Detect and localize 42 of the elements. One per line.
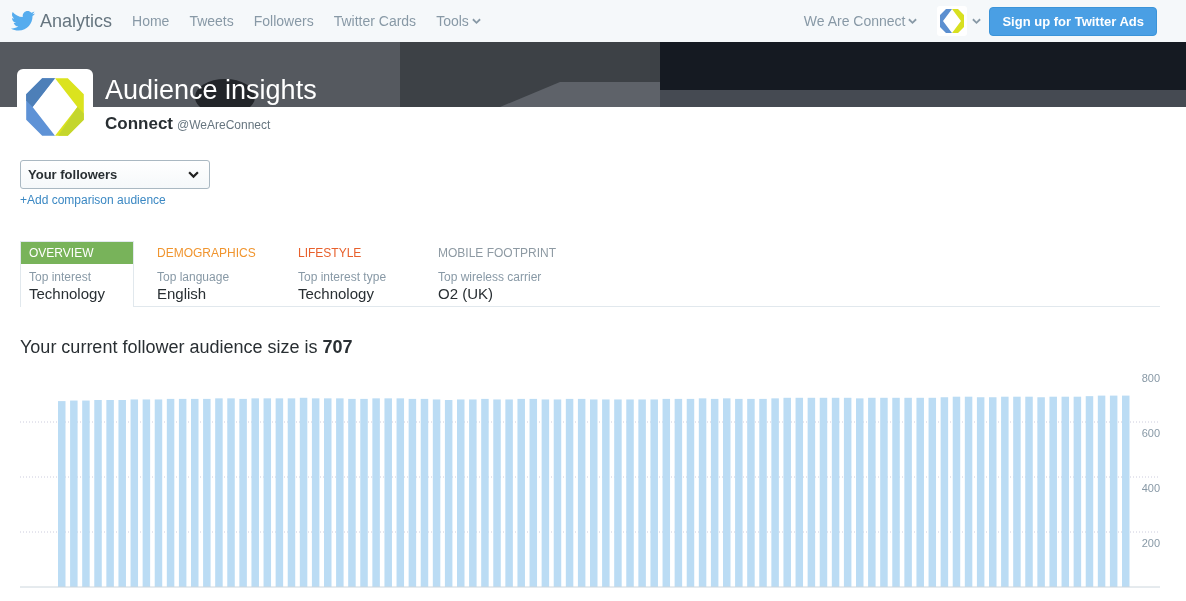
- bird-icon: [11, 11, 35, 31]
- chevron-icon: [908, 17, 918, 25]
- account-menu[interactable]: We Are Connect: [803, 13, 918, 29]
- account-name: Connect: [105, 114, 173, 134]
- metric-label: Top interest type: [297, 269, 388, 284]
- tab-label: DEMOGRAPHICS: [156, 245, 257, 262]
- account-handle: @WeAreConnect: [177, 118, 271, 132]
- nav-link[interactable]: Twitter Cards: [333, 13, 417, 29]
- logo-icon: [23, 75, 87, 139]
- chevron-icon: [188, 170, 199, 179]
- audience-dropdown[interactable]: Your followers: [20, 160, 210, 189]
- avatar-menu[interactable]: [937, 6, 982, 36]
- nav-link[interactable]: Followers: [253, 13, 314, 29]
- category-tab[interactable]: MOBILE FOOTPRINT Top wireless carrier O2 (UK): [429, 241, 565, 307]
- nav-link[interactable]: Home: [132, 13, 170, 29]
- tools-menu[interactable]: Tools: [436, 13, 481, 29]
- metric-label: Top language: [156, 269, 231, 284]
- metric-label: Top interest: [28, 269, 93, 284]
- axis-label: 400: [1141, 482, 1160, 494]
- metric-label: Top wireless carrier: [437, 269, 543, 284]
- metric-value: Technology: [28, 284, 106, 302]
- add-comparison-link[interactable]: +Add comparison audience: [20, 193, 166, 207]
- audience-size-heading: Your current follower audience size is 707: [20, 337, 354, 358]
- metric-value: Technology: [297, 284, 375, 302]
- axis-label: 200: [1141, 537, 1160, 549]
- page-title: Audience insights: [105, 74, 317, 107]
- nav-link[interactable]: Tweets: [189, 13, 234, 29]
- category-tab[interactable]: LIFESTYLE Top interest type Technology: [289, 241, 415, 307]
- brand-title[interactable]: Analytics: [40, 10, 113, 32]
- logo-icon: [937, 6, 968, 36]
- tab-label: LIFESTYLE: [297, 245, 363, 262]
- metric-value: English: [156, 284, 208, 302]
- axis-label: 800: [1141, 372, 1160, 384]
- chevron-icon: [471, 17, 481, 25]
- category-tab[interactable]: DEMOGRAPHICS Top language English: [148, 241, 275, 307]
- chevron-icon: [972, 17, 982, 25]
- category-tab[interactable]: OVERVIEW Top interest Technology: [20, 241, 134, 307]
- metric-value: O2 (UK): [437, 284, 494, 302]
- sign-up-button[interactable]: Sign up for Twitter Ads: [989, 6, 1157, 36]
- axis-label: 600: [1141, 427, 1160, 439]
- tab-label: MOBILE FOOTPRINT: [437, 245, 557, 262]
- tab-label: OVERVIEW: [21, 242, 133, 264]
